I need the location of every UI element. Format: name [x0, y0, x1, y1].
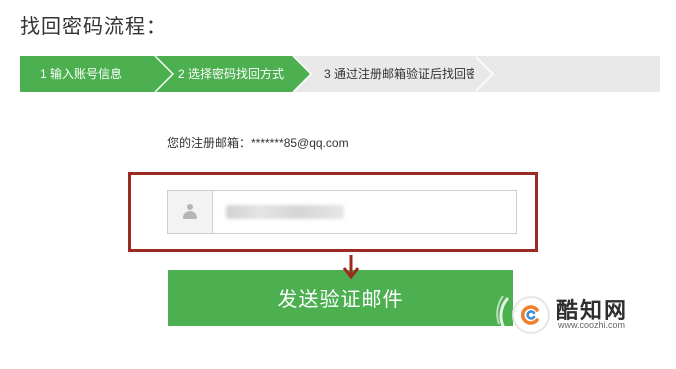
step-2: 2 选择密码找回方式: [156, 56, 312, 92]
progress-steps: 1 输入账号信息 2 选择密码找回方式 3 通过注册邮箱验证后找回密码: [20, 56, 660, 92]
registered-email: 您的注册邮箱：*******85@qq.com: [167, 136, 349, 150]
step-1-label: 1 输入账号信息: [40, 67, 123, 81]
step-3-label: 3 通过注册邮箱验证后找回密码: [324, 67, 491, 81]
step-3: 3 通过注册邮箱验证后找回密码: [294, 56, 494, 92]
user-icon: [183, 204, 197, 220]
step-3-arrow: [474, 56, 492, 92]
account-input[interactable]: [167, 190, 517, 234]
step-1-arrow: [154, 56, 172, 92]
watermark-logo: [512, 296, 550, 334]
page-title: 找回密码流程：: [20, 16, 167, 38]
step-2-arrow: [292, 56, 310, 92]
obscured-account-value: [226, 205, 344, 219]
annotation-arrow-icon: [342, 255, 360, 280]
watermark-c-icon: [521, 305, 539, 325]
step-1: 1 输入账号信息: [20, 56, 174, 92]
account-input-icon-cell: [168, 191, 213, 233]
step-2-label: 2 选择密码找回方式: [178, 67, 285, 81]
watermark-url: www.coozhi.com: [558, 320, 626, 330]
